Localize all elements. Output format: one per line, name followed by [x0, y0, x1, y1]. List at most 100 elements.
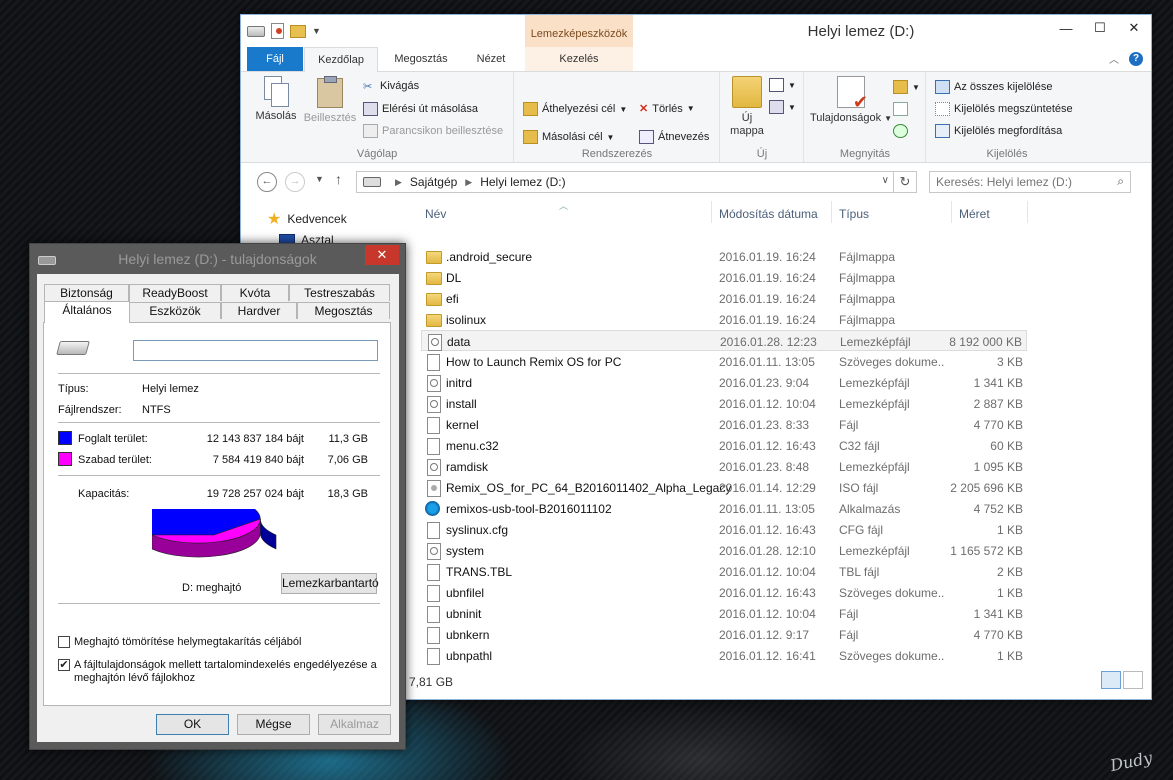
ok-button[interactable]: OK	[156, 714, 229, 735]
file-row[interactable]: How to Launch Remix OS for PC 2016.01.11.…	[421, 351, 1027, 372]
compress-label[interactable]: Meghajtó tömörítése helymegtakarítás cél…	[74, 636, 301, 648]
delete-label: Törlés	[652, 102, 683, 115]
maximize-button[interactable]: ☐	[1083, 15, 1117, 41]
up-button[interactable]: ↑	[335, 171, 342, 187]
breadcrumb-separator-icon[interactable]: ▶	[395, 177, 402, 188]
address-bar[interactable]: ▶ Sajátgép ▶ Helyi lemez (D:) ∨	[356, 171, 894, 193]
close-button[interactable]: ✕	[365, 245, 399, 265]
paste-button[interactable]: Beillesztés	[301, 76, 359, 125]
back-button[interactable]: ←	[257, 172, 277, 192]
file-row[interactable]: install 2016.01.12. 10:04 Lemezképfájl 2 88…	[421, 393, 1027, 414]
tab-quota[interactable]: Kvóta	[221, 284, 289, 301]
file-row[interactable]: ubnpathl 2016.01.12. 16:41 Szöveges dokume…	[421, 645, 1027, 666]
copy-button[interactable]: Másolás	[253, 76, 299, 123]
tab-manage[interactable]: Kezelés	[525, 47, 633, 71]
compress-checkbox[interactable]	[58, 636, 70, 648]
column-name[interactable]: Név	[425, 207, 446, 221]
indexing-label-line2[interactable]: meghajtón lévő fájlokhoz	[74, 672, 195, 684]
file-row[interactable]: ubnkern 2016.01.12. 9:17 Fájl 4 770 KB	[421, 624, 1027, 645]
cut-button[interactable]: ✂ Kivágás	[363, 80, 419, 93]
tab-general[interactable]: Általános	[44, 301, 130, 323]
file-row[interactable]: system 2016.01.28. 12:10 Lemezképfájl 1 165…	[421, 540, 1027, 561]
minimize-button[interactable]: —	[1049, 15, 1083, 41]
properties-button[interactable]: Tulajdonságok ▼	[809, 76, 893, 125]
indexing-label[interactable]: A fájltulajdonságok mellett tartalominde…	[74, 659, 377, 671]
move-to-button[interactable]: Áthelyezési cél ▼	[523, 102, 627, 116]
file-row[interactable]: .android_secure 2016.01.19. 16:24 Fájlmapp…	[421, 246, 1027, 267]
address-dropdown-icon[interactable]: ∨	[882, 175, 889, 186]
column-type[interactable]: Típus	[839, 207, 869, 221]
large-icons-view-icon[interactable]	[1123, 671, 1143, 689]
column-divider[interactable]	[831, 201, 832, 223]
column-divider[interactable]	[951, 201, 952, 223]
copy-to-dropdown-icon: ▼	[606, 132, 615, 142]
details-view-icon[interactable]	[1101, 671, 1121, 689]
indexing-checkbox[interactable]: ✔	[58, 659, 70, 671]
tab-hardware[interactable]: Hardver	[221, 302, 297, 319]
properties-icon[interactable]	[271, 23, 284, 39]
apply-button[interactable]: Alkalmaz	[318, 714, 391, 735]
file-row[interactable]: Remix_OS_for_PC_64_B2016011402_Alpha_Leg…	[421, 477, 1027, 498]
file-date: 2016.01.14. 12:29	[719, 481, 816, 495]
search-icon[interactable]: ⌕	[1117, 174, 1124, 189]
file-row[interactable]: TRANS.TBL 2016.01.12. 10:04 TBL fájl 2 KB	[421, 561, 1027, 582]
column-divider[interactable]	[1027, 201, 1028, 223]
file-row[interactable]: kernel 2016.01.23. 8:33 Fájl 4 770 KB	[421, 414, 1027, 435]
file-row[interactable]: initrd 2016.01.23. 9:04 Lemezképfájl 1 341 …	[421, 372, 1027, 393]
close-button[interactable]: ✕	[1117, 15, 1151, 41]
delete-button[interactable]: ✕ Törlés ▼	[639, 102, 695, 116]
tab-home[interactable]: Kezdőlap	[304, 47, 378, 73]
file-row[interactable]: syslinux.cfg 2016.01.12. 16:43 CFG fájl 1 K…	[421, 519, 1027, 540]
tab-share[interactable]: Megosztás	[381, 47, 461, 71]
search-input[interactable]	[934, 174, 1108, 190]
file-row[interactable]: menu.c32 2016.01.12. 16:43 C32 fájl 60 KB	[421, 435, 1027, 456]
invert-selection-button[interactable]: Kijelölés megfordítása	[935, 124, 1062, 138]
tab-view[interactable]: Nézet	[465, 47, 517, 71]
column-date[interactable]: Módosítás dátuma	[719, 207, 818, 221]
file-row[interactable]: data 2016.01.28. 12:23 Lemezképfájl 8 192 0…	[421, 330, 1027, 351]
file-type: TBL fájl	[839, 565, 880, 579]
tab-sharing[interactable]: Megosztás	[297, 302, 390, 319]
column-divider[interactable]	[711, 201, 712, 223]
tab-customize[interactable]: Testreszabás	[289, 284, 390, 301]
rename-button[interactable]: Átnevezés	[639, 130, 709, 144]
help-icon[interactable]: ?	[1129, 51, 1143, 66]
paste-shortcut-button[interactable]: Parancsikon beillesztése	[363, 124, 503, 138]
tab-readyboost[interactable]: ReadyBoost	[129, 284, 221, 301]
file-row[interactable]: ubnfilel 2016.01.12. 16:43 Szöveges dokume…	[421, 582, 1027, 603]
easy-access-button[interactable]: ▼	[769, 100, 796, 114]
breadcrumb-separator-icon[interactable]: ▶	[465, 177, 472, 188]
tab-security[interactable]: Biztonság	[44, 284, 129, 301]
file-row[interactable]: remixos-usb-tool-B2016011102 2016.01.11. …	[421, 498, 1027, 519]
tab-tools[interactable]: Eszközök	[129, 302, 221, 319]
file-row[interactable]: ubninit 2016.01.12. 10:04 Fájl 1 341 KB	[421, 603, 1027, 624]
tab-file[interactable]: Fájl	[247, 47, 303, 71]
file-row[interactable]: isolinux 2016.01.19. 16:24 Fájlmappa	[421, 309, 1027, 330]
copy-to-button[interactable]: Másolási cél ▼	[523, 130, 614, 144]
history-button[interactable]	[893, 124, 908, 138]
file-row[interactable]: DL 2016.01.19. 16:24 Fájlmappa	[421, 267, 1027, 288]
breadcrumb-this-pc[interactable]: Sajátgép	[410, 175, 457, 189]
breadcrumb-local-disk[interactable]: Helyi lemez (D:)	[480, 175, 565, 189]
customize-toolbar-icon[interactable]: ▼	[312, 26, 321, 36]
disk-cleanup-button[interactable]: Lemezkarbantartó	[281, 573, 379, 594]
new-folder-button[interactable]: Új mappa	[727, 76, 767, 138]
new-item-button[interactable]: ▼	[769, 78, 796, 92]
select-none-button[interactable]: Kijelölés megszüntetése	[935, 102, 1073, 116]
cancel-button[interactable]: Mégse	[237, 714, 310, 735]
column-size[interactable]: Méret	[959, 207, 990, 221]
select-all-button[interactable]: Az összes kijelölése	[935, 80, 1052, 94]
open-button[interactable]: ▼	[893, 80, 920, 94]
search-box[interactable]: ⌕	[929, 171, 1131, 193]
minimize-ribbon-icon[interactable]: ︿	[1109, 51, 1119, 66]
refresh-button[interactable]: ↻	[893, 171, 917, 193]
volume-label-input[interactable]	[133, 340, 378, 361]
forward-button[interactable]: →	[285, 172, 305, 192]
file-row[interactable]: efi 2016.01.19. 16:24 Fájlmappa	[421, 288, 1027, 309]
new-folder-icon[interactable]	[290, 24, 306, 38]
file-row[interactable]: ramdisk 2016.01.23. 8:48 Lemezképfájl 1 095…	[421, 456, 1027, 477]
nav-favorites[interactable]: ★ Kedvencek	[267, 209, 347, 229]
edit-button[interactable]	[893, 102, 908, 116]
copy-path-button[interactable]: Elérési út másolása	[363, 102, 478, 116]
recent-locations-icon[interactable]: ▼	[315, 174, 324, 184]
